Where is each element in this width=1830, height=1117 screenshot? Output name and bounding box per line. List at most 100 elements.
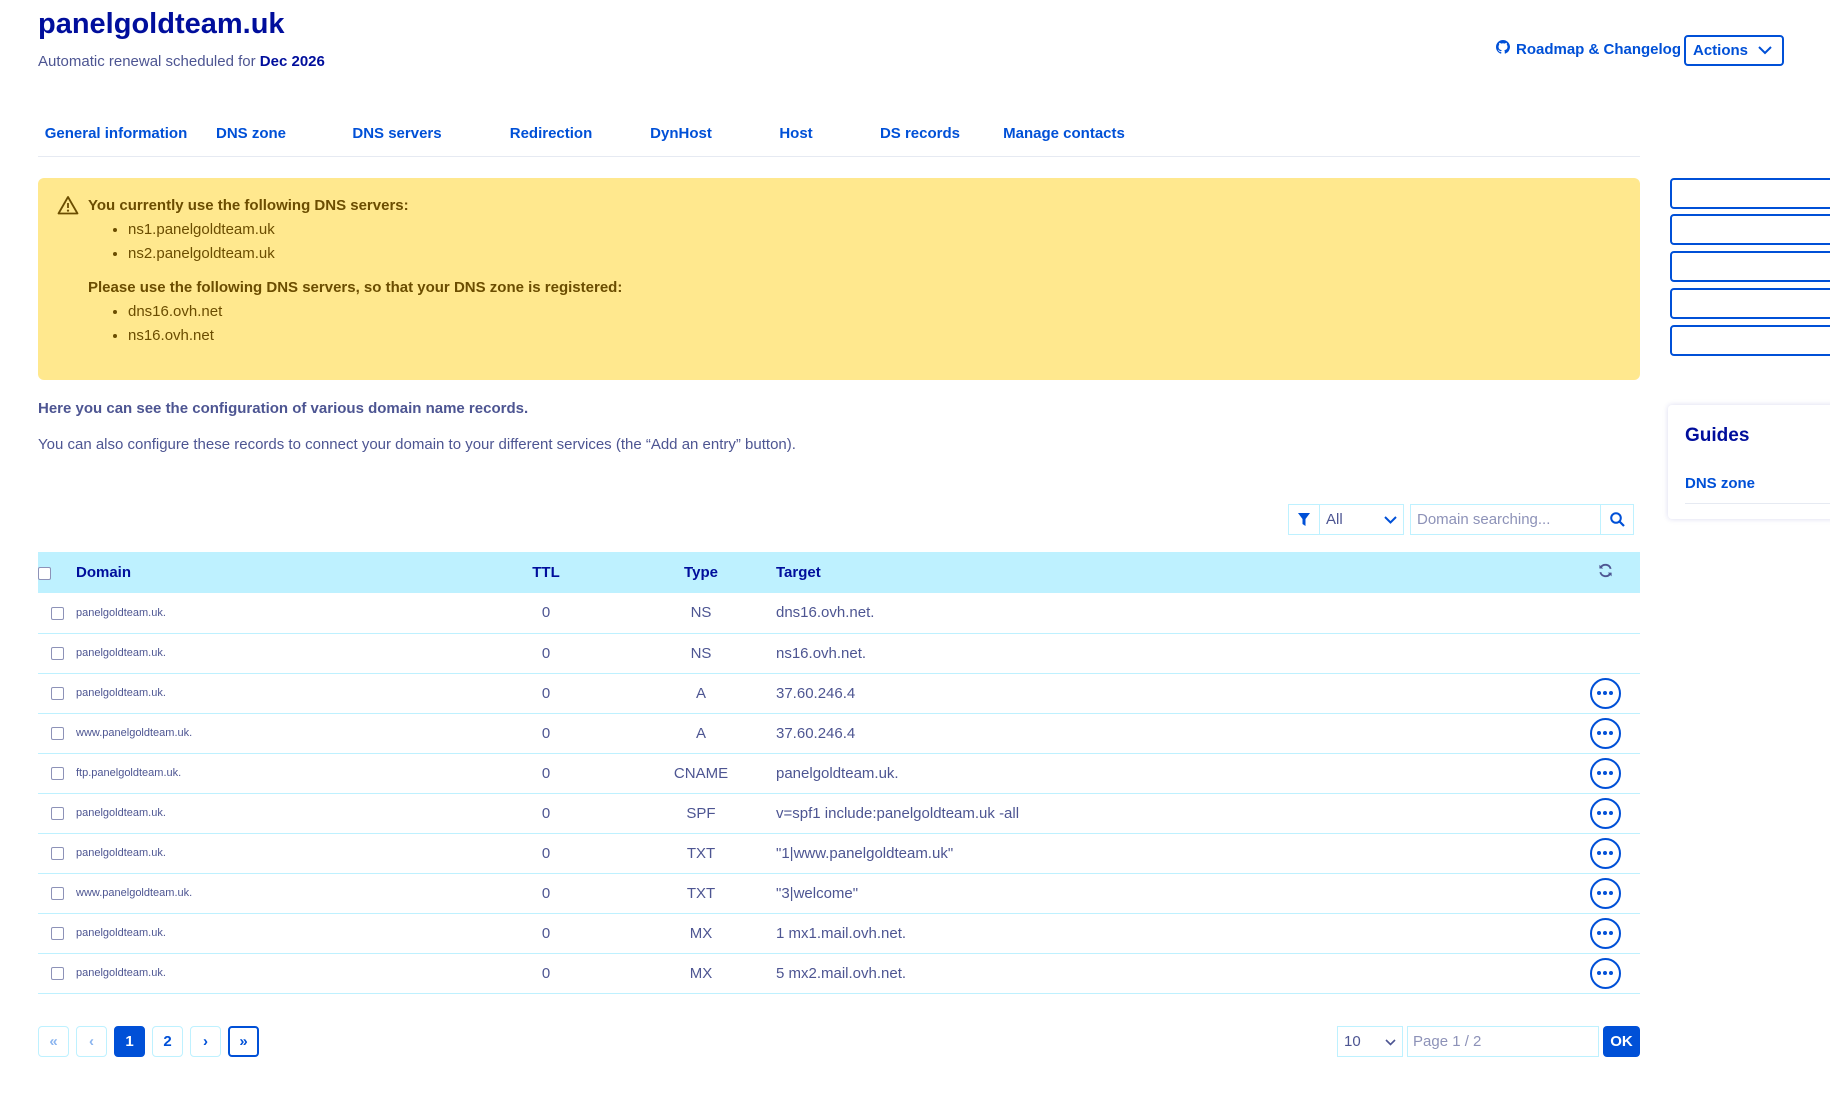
row-actions-cell bbox=[1570, 593, 1640, 633]
tab-host[interactable]: Host bbox=[746, 110, 846, 156]
record-domain: panelgoldteam.uk. bbox=[76, 807, 166, 819]
tab-general-information[interactable]: General information bbox=[38, 110, 194, 156]
tab-dns-zone[interactable]: DNS zone bbox=[194, 110, 308, 156]
column-header-ttl[interactable]: TTL bbox=[466, 552, 626, 593]
row-select-cell bbox=[38, 793, 76, 833]
next-page-button[interactable]: › bbox=[190, 1026, 221, 1057]
type-filter-value: All bbox=[1326, 511, 1343, 528]
row-actions-cell bbox=[1570, 633, 1640, 673]
refresh-icon[interactable] bbox=[1598, 563, 1613, 582]
table-header-row: Domain TTL Type Target bbox=[38, 552, 1640, 593]
tab-redirection[interactable]: Redirection bbox=[486, 110, 616, 156]
table-row: panelgoldteam.uk. 0 MX 5 mx2.mail.ovh.net. bbox=[38, 953, 1640, 993]
record-domain: www.panelgoldteam.uk. bbox=[76, 727, 193, 739]
row-select-cell bbox=[38, 673, 76, 713]
select-all-cell bbox=[38, 552, 76, 593]
record-type: NS bbox=[690, 644, 712, 662]
row-checkbox[interactable] bbox=[50, 927, 64, 941]
row-checkbox[interactable] bbox=[50, 807, 64, 821]
intro-heading: Here you can see the configuration of va… bbox=[38, 400, 529, 417]
renewal-prefix: Automatic renewal scheduled for bbox=[38, 53, 256, 70]
list-item: ns16.ovh.net bbox=[128, 324, 1640, 348]
tab-dynhost[interactable]: DynHost bbox=[616, 110, 746, 156]
search-button[interactable] bbox=[1600, 505, 1633, 534]
sidebar-action-button[interactable] bbox=[1670, 251, 1830, 282]
previous-page-button[interactable]: ‹ bbox=[76, 1026, 107, 1057]
sidebar-action-button[interactable] bbox=[1670, 214, 1830, 245]
record-target: 5 mx2.mail.ovh.net. bbox=[776, 964, 907, 982]
record-target: "1|www.panelgoldteam.uk" bbox=[776, 844, 954, 862]
actions-dropdown[interactable]: Actions bbox=[1684, 35, 1784, 66]
record-target: 37.60.246.4 bbox=[776, 724, 856, 742]
first-page-button[interactable]: « bbox=[38, 1026, 69, 1057]
record-ttl: 0 bbox=[541, 804, 551, 822]
table-row: panelgoldteam.uk. 0 MX 1 mx1.mail.ovh.net. bbox=[38, 913, 1640, 953]
select-all-checkbox[interactable] bbox=[38, 566, 51, 580]
column-header-type[interactable]: Type bbox=[626, 552, 776, 593]
record-type: A bbox=[695, 684, 706, 702]
page-2-button[interactable]: 2 bbox=[152, 1026, 183, 1057]
dns-records-table: Domain TTL Type Target panelgoldteam.uk.… bbox=[38, 552, 1640, 994]
type-filter-select[interactable]: All bbox=[1288, 504, 1404, 535]
row-actions-button[interactable] bbox=[1589, 797, 1621, 829]
page-1-button[interactable]: 1 bbox=[114, 1026, 145, 1057]
sidebar-action-button[interactable] bbox=[1670, 178, 1830, 209]
current-servers-title: You currently use the following DNS serv… bbox=[88, 197, 409, 214]
record-type: CNAME bbox=[673, 764, 729, 782]
domain-search-input[interactable] bbox=[1411, 505, 1600, 534]
row-actions-button[interactable] bbox=[1589, 677, 1621, 709]
row-checkbox[interactable] bbox=[50, 767, 64, 781]
ellipsis-icon bbox=[1609, 971, 1613, 975]
page-size-select[interactable]: 10 bbox=[1337, 1026, 1403, 1057]
ellipsis-icon bbox=[1603, 891, 1607, 895]
required-servers-list: dns16.ovh.net ns16.ovh.net bbox=[88, 300, 1640, 348]
sidebar-action-button[interactable] bbox=[1670, 288, 1830, 319]
tab-ds-records[interactable]: DS records bbox=[846, 110, 994, 156]
row-actions-button[interactable] bbox=[1589, 757, 1621, 789]
row-actions-button[interactable] bbox=[1589, 717, 1621, 749]
row-checkbox[interactable] bbox=[50, 727, 64, 741]
ellipsis-icon bbox=[1609, 691, 1613, 695]
row-checkbox[interactable] bbox=[50, 687, 64, 701]
column-header-target[interactable]: Target bbox=[776, 552, 1570, 593]
ellipsis-icon bbox=[1603, 971, 1607, 975]
row-select-cell bbox=[38, 913, 76, 953]
row-checkbox[interactable] bbox=[50, 606, 64, 620]
record-ttl: 0 bbox=[541, 764, 551, 782]
row-select-cell bbox=[38, 633, 76, 673]
table-row: ftp.panelgoldteam.uk. 0 CNAME panelgoldteam… bbox=[38, 753, 1640, 793]
row-select-cell bbox=[38, 753, 76, 793]
record-target: 1 mx1.mail.ovh.net. bbox=[776, 924, 907, 942]
row-checkbox[interactable] bbox=[50, 847, 64, 861]
roadmap-label: Roadmap & Changelog bbox=[1516, 40, 1682, 58]
row-checkbox[interactable] bbox=[50, 647, 64, 661]
sidebar-action-button[interactable] bbox=[1670, 325, 1830, 356]
row-actions-button[interactable] bbox=[1589, 917, 1621, 949]
ellipsis-icon bbox=[1597, 971, 1601, 975]
row-actions-button[interactable] bbox=[1589, 957, 1621, 989]
ellipsis-icon bbox=[1597, 691, 1601, 695]
tab-manage-contacts[interactable]: Manage contacts bbox=[994, 110, 1134, 156]
guide-link-dns-zone[interactable]: DNS zone bbox=[1685, 475, 1755, 492]
go-to-page-button[interactable]: OK bbox=[1603, 1026, 1640, 1057]
row-actions-button[interactable] bbox=[1589, 837, 1621, 869]
record-target: dns16.ovh.net. bbox=[776, 604, 875, 622]
record-domain: panelgoldteam.uk. bbox=[76, 647, 166, 659]
last-page-button[interactable]: » bbox=[228, 1026, 259, 1057]
table-row: panelgoldteam.uk. 0 NS ns16.ovh.net. bbox=[38, 633, 1640, 673]
row-actions-cell bbox=[1570, 793, 1640, 833]
record-filter-bar: All bbox=[1288, 504, 1638, 535]
column-header-domain[interactable]: Domain bbox=[76, 552, 466, 593]
record-target: 37.60.246.4 bbox=[776, 684, 856, 702]
row-checkbox[interactable] bbox=[50, 887, 64, 901]
ellipsis-icon bbox=[1609, 891, 1613, 895]
row-checkbox[interactable] bbox=[50, 967, 64, 981]
page-number-input[interactable] bbox=[1407, 1026, 1599, 1057]
tab-dns-servers[interactable]: DNS servers bbox=[308, 110, 486, 156]
roadmap-changelog-link[interactable]: Roadmap & Changelog bbox=[1496, 40, 1681, 58]
record-domain: panelgoldteam.uk. bbox=[76, 927, 166, 939]
record-domain: panelgoldteam.uk. bbox=[76, 606, 166, 619]
table-row: panelgoldteam.uk. 0 SPF v=spf1 include:pane… bbox=[38, 793, 1640, 833]
row-actions-button[interactable] bbox=[1589, 877, 1621, 909]
row-actions-cell bbox=[1570, 833, 1640, 873]
